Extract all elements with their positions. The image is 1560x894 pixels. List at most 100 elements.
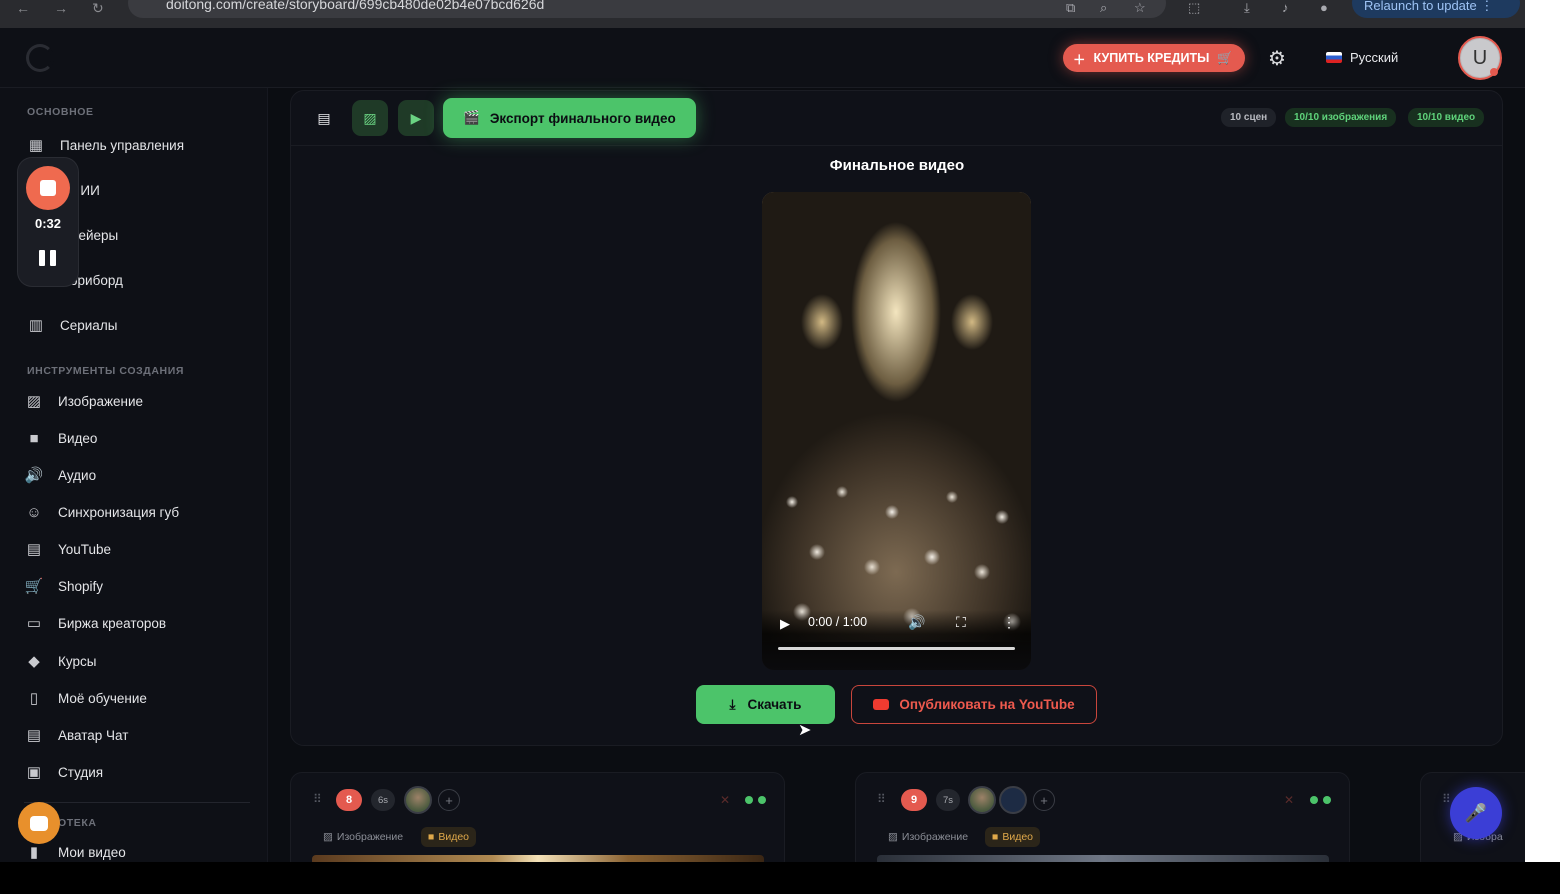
buy-credits-button[interactable]: ＋ КУПИТЬ КРЕДИТЫ 🛒 <box>1063 44 1245 72</box>
series-icon: ▥ <box>28 317 44 334</box>
translate-icon[interactable]: ⧉ <box>1066 0 1075 16</box>
studio-icon: ▣ <box>26 764 42 781</box>
message-icon: ▤ <box>26 727 42 744</box>
remove-scene-icon[interactable]: ✕ <box>1284 793 1294 807</box>
sidebar-item-label: Аудио <box>58 467 97 483</box>
scene-tab-image[interactable]: ▨ Изображение <box>881 827 975 847</box>
back-icon[interactable]: ← <box>16 0 30 16</box>
desktop-bottom-strip <box>0 862 1560 894</box>
media-icon[interactable]: ♪ <box>1282 0 1289 15</box>
sidebar-item-shopify[interactable]: 🛒 Shopify <box>24 574 103 598</box>
videos-tab-button[interactable]: ▶ <box>398 100 434 136</box>
voice-input-button[interactable]: 🎤 <box>1450 787 1502 839</box>
stop-recording-button[interactable] <box>26 166 70 210</box>
pause-recording-button[interactable] <box>39 250 57 266</box>
sidebar-item-series[interactable]: ▥ Сериалы <box>26 313 118 337</box>
sidebar-item-label: Shopify <box>58 578 104 594</box>
sidebar-item-image[interactable]: ▨ Изображение <box>24 389 143 413</box>
star-icon[interactable]: ☆ <box>1134 0 1146 16</box>
download-label: Скачать <box>747 697 802 712</box>
relaunch-button[interactable]: Relaunch to update ⋮ <box>1352 0 1520 18</box>
publish-youtube-button[interactable]: Опубликовать на YouTube <box>851 685 1097 724</box>
sidebar-item-lipsync[interactable]: ☺ Синхронизация губ <box>24 500 179 524</box>
download-icon: ⤓ <box>729 696 736 712</box>
zoom-icon[interactable]: ⌕ <box>1100 0 1107 16</box>
sidebar-item-label: YouTube <box>58 541 112 557</box>
add-character-icon[interactable]: + <box>438 789 460 811</box>
scene-tab-video[interactable]: ■ Видео <box>985 827 1041 847</box>
sidebar-item-video[interactable]: ■ Видео <box>24 426 97 450</box>
audio-icon: 🔊 <box>24 467 44 484</box>
recording-timer: 0:32 <box>34 216 62 231</box>
scene-thumbnail <box>877 855 1329 862</box>
images-tab-button[interactable]: ▨ <box>352 100 388 136</box>
extensions-icon[interactable]: ⬚ <box>1188 0 1200 16</box>
character-avatar[interactable] <box>404 786 432 814</box>
image-icon: ▨ <box>888 831 898 843</box>
scene-card[interactable] <box>855 772 1350 862</box>
sidebar-item-audio[interactable]: 🔊 Аудио <box>24 463 96 487</box>
video-progress-bar[interactable] <box>778 647 1015 650</box>
sidebar-item-dashboard[interactable]: ▦ Панель управления <box>26 133 184 157</box>
volume-icon[interactable]: 🔊 <box>908 614 925 631</box>
fullscreen-icon[interactable]: ⛶ <box>956 614 966 631</box>
video-icon: ■ <box>428 831 435 843</box>
cart-icon: 🛒 <box>1217 50 1233 65</box>
export-final-video-button[interactable]: 🎬 Экспорт финального видео <box>443 98 696 138</box>
app-logo[interactable] <box>26 44 54 72</box>
play-icon[interactable]: ▶ <box>780 616 790 632</box>
dashboard-icon: ▦ <box>28 137 44 154</box>
lipsync-icon: ☺ <box>26 503 42 521</box>
reload-icon[interactable]: ↻ <box>92 0 104 17</box>
scene-number-badge: 8 <box>336 789 362 811</box>
briefcase-icon: ▭ <box>26 615 42 632</box>
url-text[interactable]: doitong.com/create/storyboard/699cb480de… <box>166 0 544 12</box>
sidebar-item-creators-exchange[interactable]: ▭ Биржа креаторов <box>24 611 166 635</box>
videos-progress-badge: 10/10 видео <box>1408 108 1485 127</box>
voice-avatar-icon[interactable] <box>999 786 1027 814</box>
language-selector[interactable]: Русский <box>1326 50 1398 65</box>
sidebar-item-label: Синхронизация губ <box>58 504 180 520</box>
download-tray-icon[interactable]: ⤓ <box>1244 0 1250 16</box>
forward-icon[interactable]: → <box>54 0 68 16</box>
browser-toolbar: ← → ↻ doitong.com/create/storyboard/699c… <box>0 0 1525 28</box>
graduation-icon: ◆ <box>28 653 40 670</box>
sidebar-item-courses[interactable]: ◆ Курсы <box>24 649 96 673</box>
scene-duration-badge: 7s <box>936 789 960 811</box>
drag-handle-icon[interactable]: ⠿ <box>313 792 322 806</box>
screen-recorder-widget: 0:32 <box>18 158 78 286</box>
clapperboard-icon: 🎬 <box>463 110 480 125</box>
sidebar-item-label: Студия <box>58 764 104 780</box>
status-dot <box>758 796 766 804</box>
drag-handle-icon[interactable]: ⠿ <box>877 792 886 806</box>
script-tab-button[interactable]: ▤ <box>306 100 342 136</box>
publish-youtube-label: Опубликовать на YouTube <box>899 697 1075 712</box>
profile-icon[interactable]: ● <box>1320 0 1328 15</box>
section-main-title: ОСНОВНОЕ <box>27 106 94 118</box>
document-icon: ▤ <box>317 109 331 126</box>
drag-handle-icon[interactable]: ⠿ <box>1442 792 1451 806</box>
character-avatar[interactable] <box>968 786 996 814</box>
download-button[interactable]: ⤓ Скачать <box>696 685 835 724</box>
scene-number-badge: 9 <box>901 789 927 811</box>
sidebar-item-label: Видео <box>58 430 98 446</box>
sidebar-item-studio[interactable]: ▣ Студия <box>24 760 103 784</box>
theme-toggle-icon[interactable]: ⚙ <box>1268 46 1286 71</box>
sidebar-item-avatar-chat[interactable]: ▤ Аватар Чат <box>24 723 129 747</box>
stop-icon <box>40 180 56 196</box>
remove-scene-icon[interactable]: ✕ <box>720 793 730 807</box>
scene-tab-video[interactable]: ■ Видео <box>421 827 477 847</box>
section-tools-title: ИНСТРУМЕНТЫ СОЗДАНИЯ <box>27 365 185 377</box>
video-controls <box>762 610 1031 670</box>
sidebar-item-my-learning[interactable]: ▯ Моё обучение <box>24 686 147 710</box>
app-header: ＋ КУПИТЬ КРЕДИТЫ 🛒 ⚙ Русский U <box>0 28 1525 88</box>
tab-label: Видео <box>1002 831 1034 843</box>
section-library-title: ОТЕКА <box>58 817 97 829</box>
sidebar-item-youtube[interactable]: ▤ YouTube <box>24 537 111 561</box>
video-player[interactable]: ▶ 0:00 / 1:00 🔊 ⛶ ⋮ <box>762 192 1031 670</box>
scene-card[interactable] <box>290 772 785 862</box>
support-chat-button[interactable] <box>18 802 60 844</box>
more-options-icon[interactable]: ⋮ <box>1002 614 1016 631</box>
add-character-icon[interactable]: + <box>1033 789 1055 811</box>
scene-tab-image[interactable]: ▨ Изображение <box>316 827 410 847</box>
